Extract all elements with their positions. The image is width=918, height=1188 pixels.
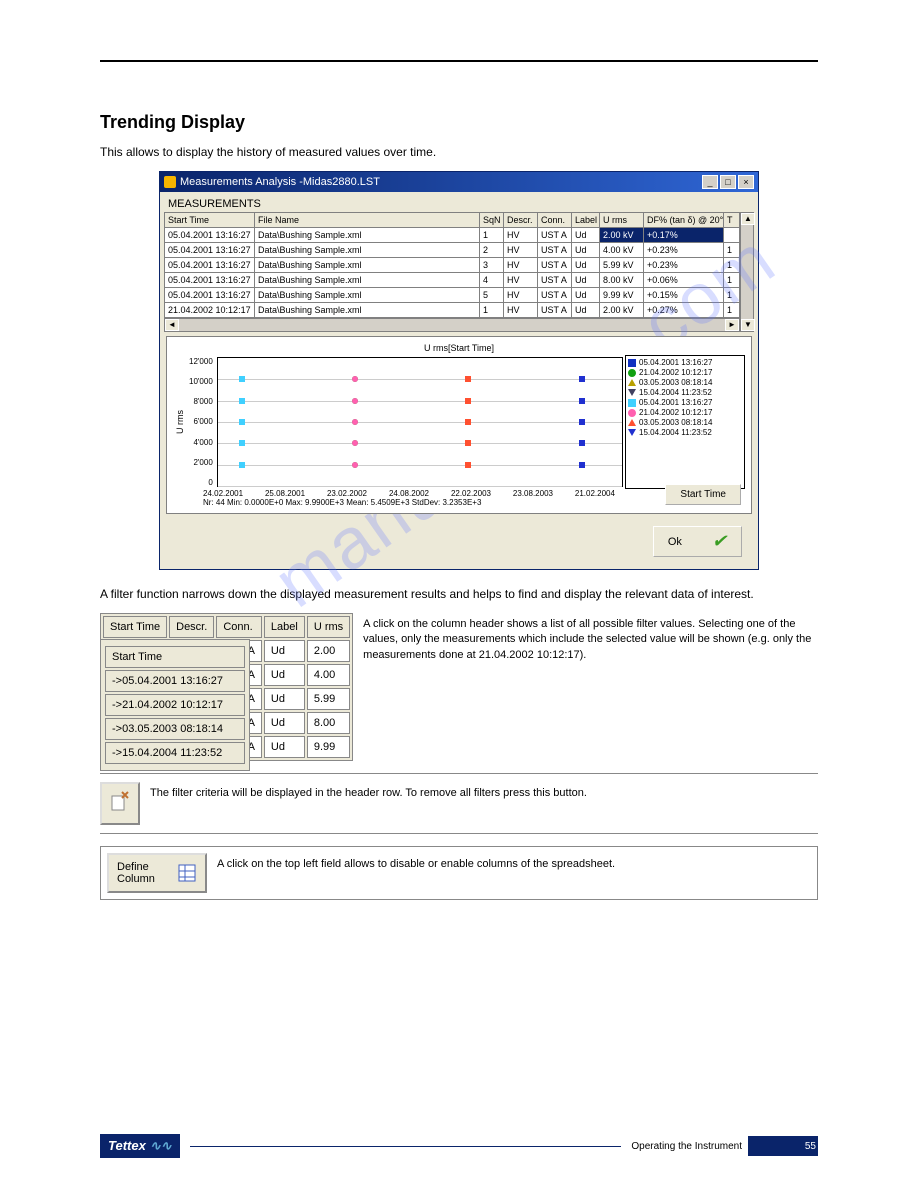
measurements-label: MEASUREMENTS bbox=[164, 196, 754, 212]
app-icon bbox=[164, 176, 176, 188]
wave-icon: ∿∿ bbox=[150, 1138, 172, 1153]
titlebar[interactable]: Measurements Analysis -Midas2880.LST _ □… bbox=[160, 172, 758, 192]
filter-paragraph: A filter function narrows down the displ… bbox=[100, 585, 818, 603]
scroll-left-icon[interactable]: ◄ bbox=[165, 319, 179, 331]
table-row[interactable]: 05.04.2001 13:16:27Data\Bushing Sample.x… bbox=[165, 228, 740, 243]
chart-panel: U rms[Start Time] U rms 12'00010'0008'00… bbox=[166, 336, 752, 514]
define-column-desc: A click on the top left field allows to … bbox=[217, 853, 811, 872]
check-icon: ✔ bbox=[712, 531, 727, 552]
clear-filter-desc: The filter criteria will be displayed in… bbox=[150, 782, 818, 801]
dropdown-item[interactable]: ->21.04.2002 10:12:17 bbox=[105, 694, 245, 716]
column-header[interactable]: T bbox=[724, 213, 740, 228]
column-header[interactable]: Conn. bbox=[216, 616, 262, 638]
brand-logo: Tettex ∿∿ bbox=[100, 1134, 180, 1158]
column-header[interactable]: Descr. bbox=[504, 213, 538, 228]
column-header[interactable]: SqN bbox=[480, 213, 504, 228]
maximize-button[interactable]: □ bbox=[720, 175, 736, 189]
column-header[interactable]: DF% (tan δ) @ 20°C bbox=[644, 213, 724, 228]
define-column-icon bbox=[177, 863, 197, 883]
column-header[interactable]: Start Time bbox=[103, 616, 167, 638]
filter-dropdown[interactable]: Start Time->05.04.2001 13:16:27->21.04.2… bbox=[100, 639, 250, 771]
filter-grid-desc: A click on the column header shows a lis… bbox=[363, 613, 818, 663]
close-button[interactable]: × bbox=[738, 175, 754, 189]
ok-button[interactable]: Ok ✔ bbox=[653, 526, 742, 557]
page-footer: Tettex ∿∿ Operating the Instrument 55 bbox=[100, 1134, 818, 1158]
scroll-right-icon[interactable]: ► bbox=[725, 319, 739, 331]
dropdown-item[interactable]: ->15.04.2004 11:23:52 bbox=[105, 742, 245, 764]
dropdown-item[interactable]: ->05.04.2001 13:16:27 bbox=[105, 670, 245, 692]
brand-text: Tettex bbox=[108, 1138, 146, 1153]
chart-title: U rms[Start Time] bbox=[173, 343, 745, 353]
page-number: 55 bbox=[805, 1141, 816, 1152]
table-row[interactable]: 05.04.2001 13:16:27Data\Bushing Sample.x… bbox=[165, 243, 740, 258]
scrollbar-vertical[interactable]: ▲ ▼ bbox=[740, 212, 754, 332]
minimize-button[interactable]: _ bbox=[702, 175, 718, 189]
x-ticks: 24.02.200125.08.200123.02.200224.08.2002… bbox=[203, 489, 745, 498]
define-column-label: Define Column bbox=[117, 861, 167, 885]
clear-filter-icon bbox=[108, 790, 132, 814]
scroll-down-icon[interactable]: ▼ bbox=[741, 319, 755, 331]
dropdown-item[interactable]: Start Time bbox=[105, 646, 245, 668]
dropdown-item[interactable]: ->03.05.2003 08:18:14 bbox=[105, 718, 245, 740]
table-row[interactable]: 05.04.2001 13:16:27Data\Bushing Sample.x… bbox=[165, 273, 740, 288]
measurements-grid[interactable]: Start TimeFile NameSqNDescr.Conn.LabelU … bbox=[164, 212, 740, 318]
clear-filter-button[interactable] bbox=[100, 782, 140, 825]
header-rule bbox=[100, 60, 818, 62]
start-time-button[interactable]: Start Time bbox=[665, 484, 741, 505]
column-header[interactable]: Conn. bbox=[538, 213, 572, 228]
column-header[interactable]: Start Time bbox=[165, 213, 255, 228]
column-header[interactable]: Descr. bbox=[169, 616, 214, 638]
column-header[interactable]: Label bbox=[264, 616, 305, 638]
y-axis-label: U rms bbox=[173, 410, 187, 434]
define-column-button[interactable]: Define Column bbox=[107, 853, 207, 893]
chart-legend: 05.04.2001 13:16:2721.04.2002 10:12:1703… bbox=[625, 355, 745, 489]
table-row[interactable]: 21.04.2002 10:12:17Data\Bushing Sample.x… bbox=[165, 303, 740, 318]
column-header[interactable]: U rms bbox=[600, 213, 644, 228]
scrollbar-horizontal[interactable]: ◄ ► bbox=[164, 318, 740, 332]
table-row[interactable]: 05.04.2001 13:16:27Data\Bushing Sample.x… bbox=[165, 288, 740, 303]
scroll-up-icon[interactable]: ▲ bbox=[741, 213, 755, 225]
ok-label: Ok bbox=[668, 536, 682, 548]
column-header[interactable]: U rms bbox=[307, 616, 350, 638]
intro-text: This allows to display the history of me… bbox=[100, 143, 818, 161]
footer-section: Operating the Instrument bbox=[631, 1141, 742, 1152]
chart-plot[interactable] bbox=[217, 357, 623, 487]
table-row[interactable]: 05.04.2001 13:16:27Data\Bushing Sample.x… bbox=[165, 258, 740, 273]
window-title: Measurements Analysis -Midas2880.LST bbox=[180, 176, 702, 188]
y-ticks: 12'00010'0008'0006'0004'0002'0000 bbox=[187, 355, 215, 489]
section-title: Trending Display bbox=[100, 112, 818, 133]
column-header[interactable]: Label bbox=[572, 213, 600, 228]
chart-stats: Nr: 44 Min: 0.0000E+0 Max: 9.9900E+3 Mea… bbox=[203, 498, 745, 507]
analysis-window: Measurements Analysis -Midas2880.LST _ □… bbox=[159, 171, 759, 570]
column-header[interactable]: File Name bbox=[255, 213, 480, 228]
